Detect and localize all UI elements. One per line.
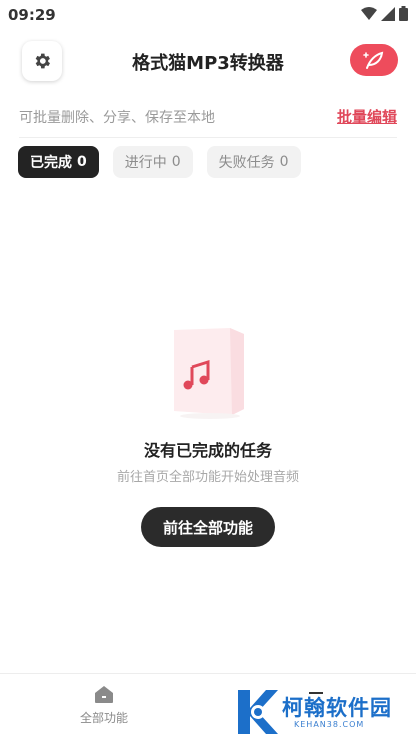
tab-in-progress[interactable]: 进行中 0 [112,146,193,178]
batch-edit-link[interactable]: 批量编辑 [337,106,397,127]
home-icon [95,686,113,703]
go-all-features-button[interactable]: 前往全部功能 [141,507,275,547]
hint-text: 可批量删除、分享、保存至本地 [19,110,215,126]
tab-count: 0 [279,154,289,170]
k-logo-icon [238,690,278,734]
wifi-icon [361,6,377,20]
tab-label: 进行中 [124,155,167,171]
feather-sparkle-icon [363,51,384,69]
hint-row: 可批量删除、分享、保存至本地 批量编辑 [0,100,416,136]
task-tabs: 已完成 0 进行中 0 失败任务 0 [18,146,301,178]
nav-label: 全部功能 [79,711,128,725]
vip-button[interactable] [350,44,398,76]
tab-failed[interactable]: 失败任务 0 [206,146,301,178]
tab-count: 0 [171,154,181,170]
music-note-icon [174,328,244,419]
empty-title: 没有已完成的任务 [143,441,272,460]
status-icons [361,6,408,21]
app-header: 格式猫MP3转换器 [0,38,416,84]
watermark-logo: 柯翰软件园 KEHAN38.COM [236,686,408,738]
status-bar: 09:29 [0,0,416,30]
tab-label: 失败任务 [218,155,275,171]
tab-completed[interactable]: 已完成 0 [18,146,99,178]
empty-subtitle: 前往首页全部功能开始处理音频 [116,470,299,485]
tab-count: 0 [77,154,87,170]
nav-all-features[interactable]: 全部功能 [52,684,156,726]
signal-icon [381,6,395,21]
watermark-text: 柯翰软件园 [282,696,392,720]
divider [19,137,397,138]
watermark-sub: KEHAN38.COM [294,720,365,729]
battery-icon [399,6,408,21]
status-time: 09:29 [8,6,56,24]
tab-label: 已完成 [30,155,72,171]
